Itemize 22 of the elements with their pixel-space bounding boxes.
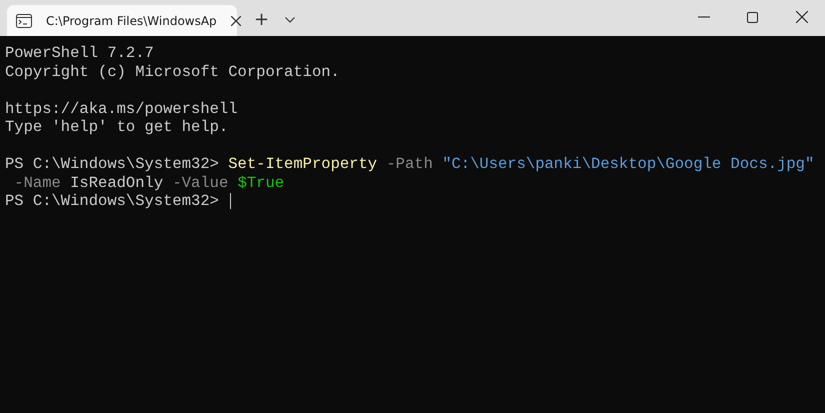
parameter-text: -Path [385,155,433,174]
string-text: "C:\Users\panki\Desktop\Google Docs.jpg" [441,155,814,174]
close-icon[interactable] [796,11,808,23]
output-text: https://aka.ms/powershell [5,100,238,118]
prompt-text: PS C:\Windows\System32> [5,155,220,174]
command-text: Set-ItemProperty [228,155,378,174]
output-text: Copyright (c) Microsoft Corporation. [5,62,340,81]
output-text: PowerShell 7.2.7 [5,44,154,62]
dropdown-icon[interactable] [285,17,296,23]
minimize-icon[interactable] [698,16,710,18]
close-tab-icon[interactable] [230,16,241,26]
maximize-icon[interactable] [747,12,758,23]
variable-text: $True [236,174,284,192]
parameter-text: -Name [13,174,61,192]
prompt-text: PS C:\Windows\System32> [5,192,220,210]
output-text: Type 'help' to get help. [5,118,228,136]
text-cursor [230,193,232,210]
parameter-text: -Value [171,174,228,192]
tab-title: C:\Program Files\WindowsAp [46,14,217,28]
new-tab-button[interactable]: + [250,9,274,31]
output-text: IsReadOnly [69,174,164,192]
terminal-icon [16,14,32,28]
